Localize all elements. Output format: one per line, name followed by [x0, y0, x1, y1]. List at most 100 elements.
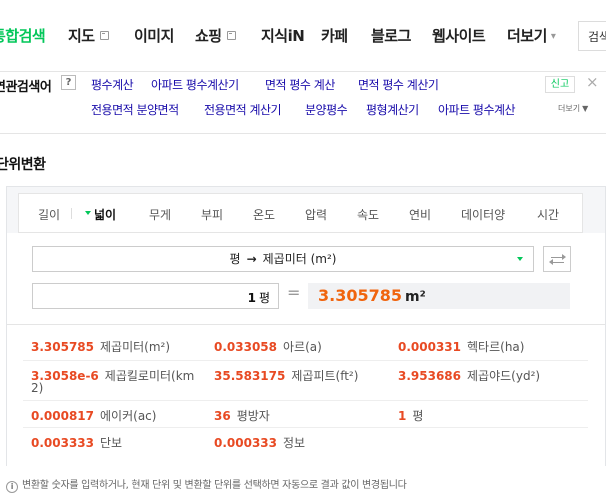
tab-shopping[interactable]: 쇼핑	[195, 25, 236, 46]
result-item-unit: 평	[412, 409, 424, 423]
tab-label: 지도	[68, 27, 95, 45]
row-divider	[23, 360, 588, 361]
swap-units-button[interactable]	[543, 246, 571, 272]
tab-website[interactable]: 웹사이트	[432, 25, 486, 46]
category-tab[interactable]: 길이	[38, 206, 60, 223]
tab-cafe[interactable]: 카페	[321, 25, 348, 46]
category-tab[interactable]: 시간	[537, 206, 559, 223]
result-item-value: 35.583175	[214, 369, 286, 383]
tab-label: 웹사이트	[432, 27, 486, 45]
result-item-value: 36	[214, 409, 231, 423]
search-option-text: 검색	[588, 30, 606, 44]
tab-image[interactable]: 이미지	[134, 25, 174, 46]
related-link[interactable]: 아파트 평수계산	[438, 101, 516, 118]
result-item: 3.3058e-6 제곱킬로미터(km	[31, 367, 194, 384]
related-more-button[interactable]: 더보기 ▼	[556, 102, 588, 115]
related-link[interactable]: 평형계산기	[366, 101, 419, 118]
caret-down-icon: ▼	[582, 104, 589, 113]
result-item-unit: 정보	[283, 436, 306, 450]
result-value: 3.305785	[318, 286, 403, 305]
conversion-results: 3.305785 제곱미터(m²) 0.033058 아르(a) 0.000331 헥…	[7, 325, 605, 466]
result-item: 0.000331 헥타르(ha)	[398, 338, 524, 355]
result-item: 3.953686 제곱야드(yd²)	[398, 367, 540, 384]
category-tab-active[interactable]: 넓이	[84, 206, 116, 223]
search-input[interactable]: 검색	[578, 21, 606, 51]
related-link[interactable]: 아파트 평수계산기	[151, 76, 239, 93]
close-icon[interactable]: ×	[586, 73, 599, 91]
related-link[interactable]: 분양평수	[305, 101, 348, 118]
result-item-value: 0.000817	[31, 409, 95, 423]
result-item-unit: 헥타르(ha)	[467, 340, 525, 354]
result-item-unit: 에이커(ac)	[100, 409, 157, 423]
related-link[interactable]: 전용면적 분양면적	[91, 101, 179, 118]
from-unit: 평	[229, 252, 241, 266]
category-tab[interactable]: 압력	[305, 206, 327, 223]
result-item: 35.583175 제곱피트(ft²)	[214, 367, 358, 384]
category-tabs: 길이 넓이 무게 부피 온도 압력 속도 연비 데이터양 시간	[18, 193, 583, 233]
input-unit: 평	[258, 291, 270, 305]
to-unit: 제곱미터 (m²)	[262, 252, 337, 266]
tab-more[interactable]: 더보기 ▾	[507, 25, 556, 46]
tab-label: 카페	[321, 27, 348, 45]
help-note-text: 변환할 숫자를 입력하거나, 현재 단위 및 변환할 단위를 선택하면 자동으로…	[22, 480, 407, 491]
category-tab[interactable]: 속도	[357, 206, 379, 223]
tab-label: 블로그	[371, 27, 411, 45]
related-link[interactable]: 전용면적 계산기	[204, 101, 282, 118]
tab-divider	[71, 208, 72, 219]
result-item-unit-wrap: 2)	[31, 381, 44, 395]
related-link[interactable]: 평수계산	[91, 76, 134, 93]
result-item-unit: 평방자	[236, 409, 270, 423]
external-link-icon	[226, 31, 236, 40]
result-item-value: 3.305785	[31, 340, 95, 354]
result-item: 36 평방자	[214, 407, 270, 424]
unit-select[interactable]: 평 → 제곱미터 (m²)	[32, 246, 534, 272]
conversion-panel: 평 → 제곱미터 (m²) 1평 = 3.305785 m²	[7, 233, 605, 325]
unit-converter: 길이 넓이 무게 부피 온도 압력 속도 연비 데이터양 시간 평 → 제곱미터 (…	[6, 186, 606, 466]
section-title: 단위변환	[0, 157, 46, 173]
category-tab[interactable]: 연비	[409, 206, 431, 223]
result-item-value: 0.000331	[398, 340, 462, 354]
tab-label: 이미지	[134, 27, 174, 45]
caret-down-icon: ▾	[550, 31, 556, 42]
row-divider	[23, 427, 588, 428]
more-label: 더보기	[558, 104, 581, 113]
related-title: 연관검색어	[0, 80, 52, 95]
result-unit: m²	[405, 289, 426, 305]
result-item: 0.000817 에이커(ac)	[31, 407, 156, 424]
result-item-value: 0.003333	[31, 436, 95, 450]
tab-label: 더보기	[507, 27, 547, 45]
related-link[interactable]: 면적 평수 계산기	[358, 76, 439, 93]
tab-blog[interactable]: 블로그	[371, 25, 411, 46]
result-item: 0.000333 정보	[214, 434, 305, 451]
arrow-right-icon: →	[246, 252, 257, 266]
search-tab-bar: 통합검색 지도 이미지 쇼핑 지식iN 카페 블로그 웹사이트 더보기▾ 검색	[0, 0, 606, 72]
tab-kin[interactable]: 지식iN	[261, 25, 305, 46]
value-input[interactable]: 1평	[32, 283, 279, 309]
related-link[interactable]: 면적 평수 계산	[265, 76, 335, 93]
category-tab[interactable]: 온도	[253, 206, 275, 223]
category-tab[interactable]: 무게	[149, 206, 171, 223]
equals-sign: =	[287, 283, 301, 302]
report-button[interactable]: 신고	[545, 76, 575, 93]
result-item-unit: 단보	[100, 436, 123, 450]
tab-integrated-search[interactable]: 통합검색	[0, 25, 46, 46]
external-link-icon	[99, 31, 109, 40]
result-item: 0.003333 단보	[31, 434, 122, 451]
tab-label: 쇼핑	[195, 27, 222, 45]
tab-label: 지식iN	[261, 27, 305, 45]
result-item-value: 1	[398, 409, 407, 423]
info-icon: i	[6, 481, 18, 493]
category-tab[interactable]: 부피	[201, 206, 223, 223]
result-item: 3.305785 제곱미터(m²)	[31, 338, 170, 355]
tab-map[interactable]: 지도	[68, 25, 109, 46]
result-item-unit: 제곱야드(yd²)	[467, 369, 541, 383]
row-divider	[23, 400, 588, 401]
result-item-value: 0.033058	[214, 340, 278, 354]
result-item-value: 0.000333	[214, 436, 278, 450]
category-tab[interactable]: 데이터양	[461, 206, 505, 223]
input-value: 1	[247, 291, 256, 305]
help-icon[interactable]: ?	[61, 75, 76, 90]
result-item-unit: 아르(a)	[283, 340, 322, 354]
dropdown-caret-icon	[517, 257, 523, 261]
help-note: i 변환할 숫자를 입력하거나, 현재 단위 및 변환할 단위를 선택하면 자동으…	[6, 476, 407, 493]
